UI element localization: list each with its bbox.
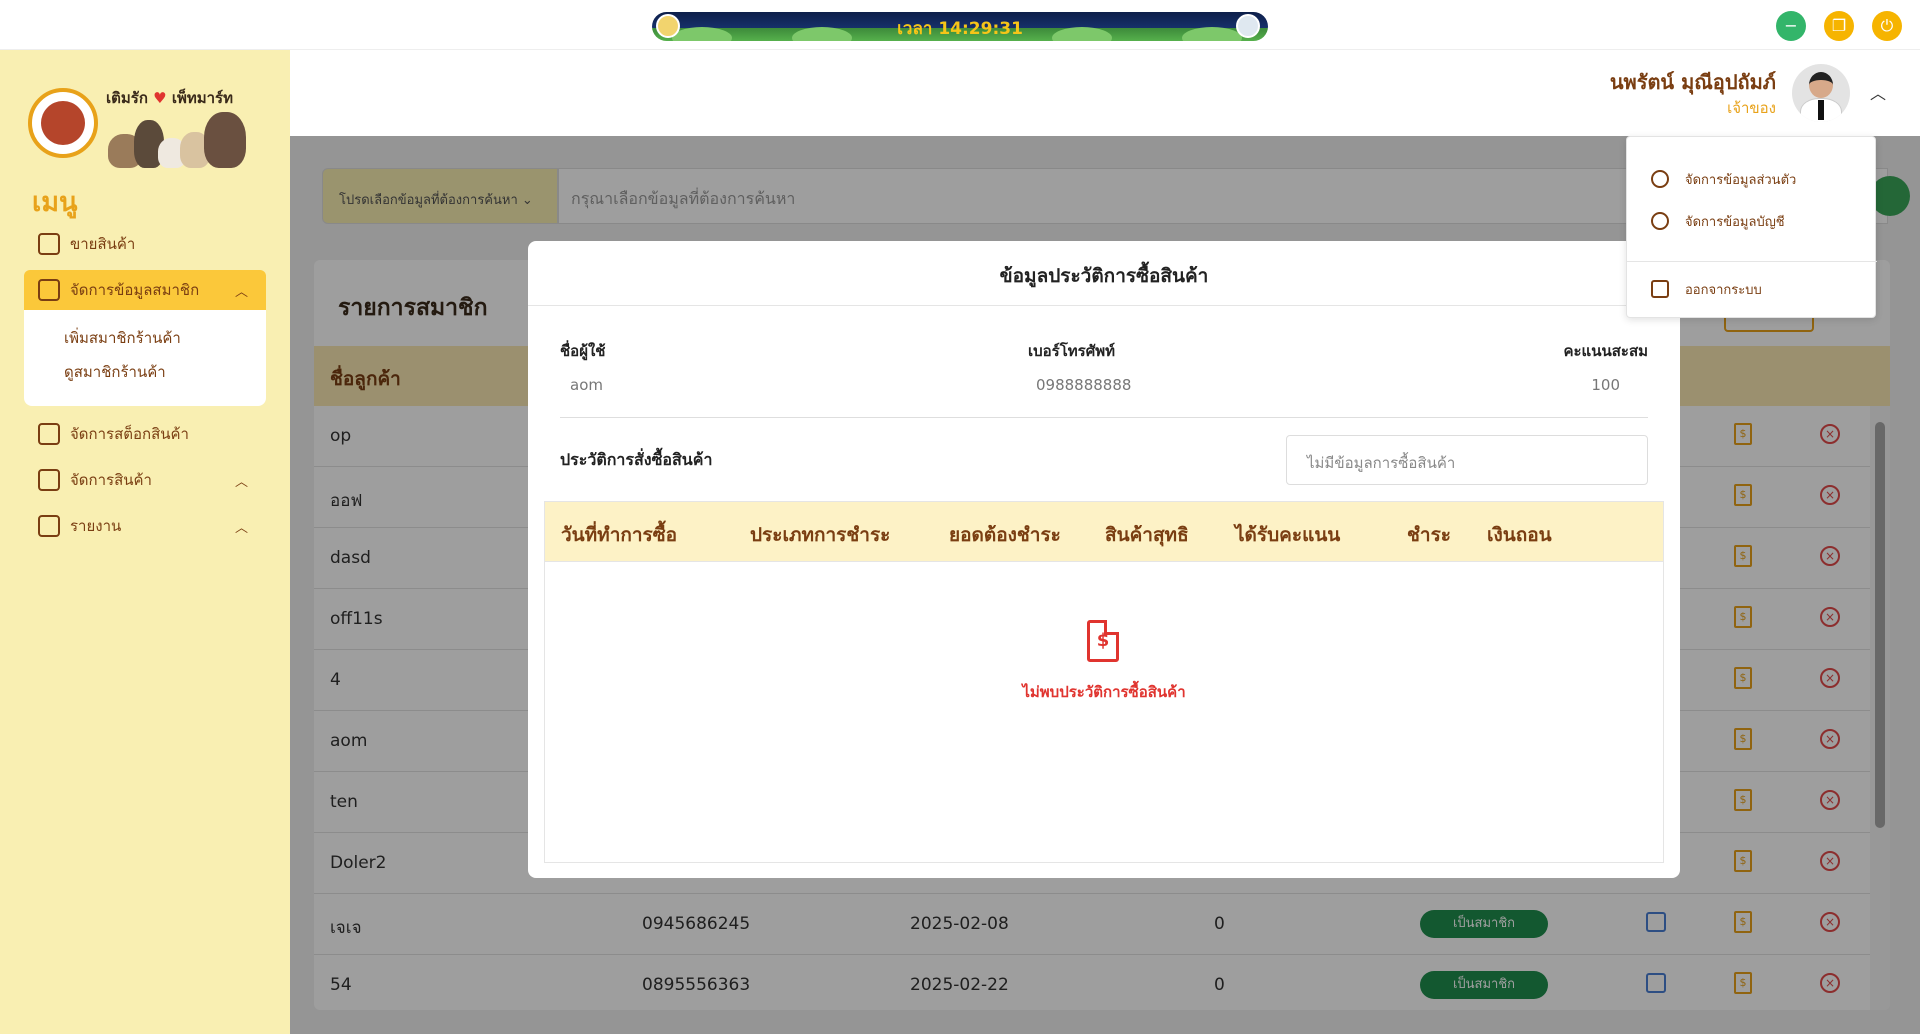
clock-banner: เวลา 14:29:31 — [652, 12, 1268, 41]
history-table-header: วันที่ทำการซื้อ ประเภทการชำระ ยอดต้องชำร… — [545, 502, 1663, 562]
users-icon — [1651, 212, 1669, 230]
modal-title: ข้อมูลประวัติการซื้อสินค้า — [999, 265, 1209, 287]
top-bar: เวลา 14:29:31 − ❐ ⏻ — [0, 0, 1920, 50]
power-button[interactable]: ⏻ — [1872, 11, 1902, 41]
column-header-amount-due: ยอดต้องชำระ — [949, 524, 1061, 546]
username-value: aom — [570, 376, 603, 394]
avatar[interactable] — [1792, 64, 1850, 122]
brand-name: เติมรัก ♥ เพ็ทมาร์ท — [106, 86, 233, 110]
brand-left: เติมรัก — [106, 89, 148, 107]
user-role: เจ้าของ — [1727, 99, 1776, 117]
chevron-up-icon: ︿ — [234, 474, 248, 490]
column-header-paid: ชำระ — [1407, 524, 1451, 546]
sidebar-item-stock[interactable]: จัดการสต็อกสินค้า — [24, 414, 266, 454]
sidebar-item-label: จัดการสินค้า — [70, 471, 152, 489]
sidebar-item-label: รายงาน — [70, 517, 122, 535]
cart-icon — [38, 233, 60, 255]
minus-icon: − — [1784, 16, 1798, 35]
divider — [1627, 261, 1877, 262]
sidebar-item-label: จัดการข้อมูลสมาชิก — [70, 281, 200, 299]
user-icon — [1651, 170, 1669, 188]
phone-value: 0988888888 — [1036, 376, 1132, 394]
column-header-payment-type: ประเภทการชำระ — [750, 524, 891, 546]
user-plus-icon — [38, 279, 60, 301]
chevron-up-icon[interactable]: ︿ — [1870, 80, 1886, 104]
user-name: นพรัตน์ มุณีอุปถัมภ์ — [1609, 70, 1776, 94]
box-icon — [38, 469, 60, 491]
empty-state-text: ไม่พบประวัติการซื้อสินค้า — [1022, 683, 1186, 701]
store-icon — [38, 423, 60, 445]
logo-mark — [41, 101, 85, 145]
heart-icon: ♥ — [153, 89, 167, 107]
header: นพรัตน์ มุณีอุปถัมภ์ เจ้าของ ︿ — [290, 50, 1920, 136]
receipt-icon: $ — [1087, 620, 1119, 662]
menu-item-label: จัดการข้อมูลบัญชี — [1685, 214, 1785, 230]
restore-button[interactable]: ❐ — [1824, 11, 1854, 41]
menu-item-profile[interactable]: จัดการข้อมูลส่วนตัว — [1627, 161, 1877, 197]
divider — [560, 417, 1648, 418]
members-submenu: เพิ่มสมาชิกร้านค้า ดูสมาชิกร้านค้า — [24, 310, 266, 406]
column-header-points-earned: ได้รับคะแนน — [1235, 524, 1341, 546]
report-icon — [38, 515, 60, 537]
store-logo — [28, 88, 98, 158]
points-value: 100 — [1591, 376, 1620, 394]
minimize-button[interactable]: − — [1776, 11, 1806, 41]
chevron-up-icon: ︿ — [234, 520, 248, 536]
column-header-change: เงินถอน — [1487, 524, 1552, 546]
menu-title: เมนู — [32, 187, 78, 218]
history-table: วันที่ทำการซื้อ ประเภทการชำระ ยอดต้องชำร… — [544, 501, 1664, 863]
logout-icon — [1651, 280, 1669, 298]
sidebar-item-label: ขายสินค้า — [70, 235, 136, 253]
chevron-up-icon: ︿ — [234, 284, 248, 300]
phone-label: เบอร์โทรศัพท์ — [1028, 342, 1116, 360]
windows-icon: ❐ — [1831, 16, 1847, 35]
column-header-net-products: สินค้าสุทธิ — [1105, 524, 1189, 546]
divider — [528, 305, 1680, 306]
history-label: ประวัติการสั่งซื้อสินค้า — [560, 450, 713, 469]
sidebar-item-products[interactable]: จัดการสินค้า ︿ — [24, 460, 266, 500]
sidebar-item-members[interactable]: จัดการข้อมูลสมาชิก ︿ — [24, 270, 266, 310]
dogs-image — [108, 112, 258, 170]
sidebar: เติมรัก ♥ เพ็ทมาร์ท เมนู ขายสินค้า จัดกา… — [0, 50, 290, 1034]
logout-button[interactable]: ออกจากระบบ — [1627, 271, 1877, 307]
menu-item-label: จัดการข้อมูลส่วนตัว — [1685, 172, 1797, 188]
purchase-history-modal: ข้อมูลประวัติการซื้อสินค้า ชื่อผู้ใช้ ao… — [528, 241, 1680, 878]
power-icon: ⏻ — [1880, 16, 1894, 35]
history-select[interactable]: ไม่มีข้อมูลการซื้อสินค้า — [1286, 435, 1648, 485]
sidebar-item-reports[interactable]: รายงาน ︿ — [24, 506, 266, 546]
username-label: ชื่อผู้ใช้ — [560, 342, 606, 360]
submenu-item-add-member[interactable]: เพิ่มสมาชิกร้านค้า — [64, 326, 181, 350]
column-header-date: วันที่ทำการซื้อ — [561, 524, 678, 546]
sidebar-item-label: จัดการสต็อกสินค้า — [70, 425, 189, 443]
brand-right: เพ็ทมาร์ท — [171, 89, 233, 107]
clock-text: เวลา 14:29:31 — [897, 19, 1023, 39]
menu-item-accounts[interactable]: จัดการข้อมูลบัญชี — [1627, 203, 1877, 239]
user-dropdown-menu: จัดการข้อมูลส่วนตัว จัดการข้อมูลบัญชี ออ… — [1626, 136, 1877, 318]
submenu-item-view-members[interactable]: ดูสมาชิกร้านค้า — [64, 360, 166, 384]
points-label: คะแนนสะสม — [1563, 342, 1648, 360]
logout-label: ออกจากระบบ — [1685, 282, 1762, 298]
sidebar-item-sell[interactable]: ขายสินค้า — [24, 224, 266, 264]
